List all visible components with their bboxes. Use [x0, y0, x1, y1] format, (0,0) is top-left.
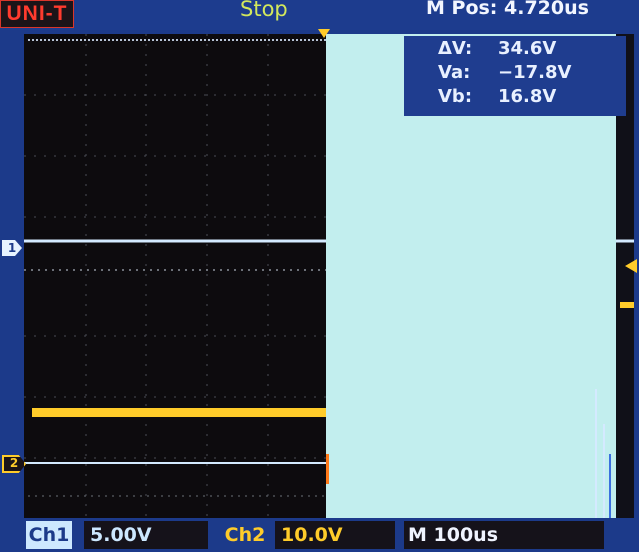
- cursor-readout-panel: ΔV: 34.6V Va: −17.8V Vb: 16.8V: [404, 36, 626, 116]
- ch2-label[interactable]: Ch2: [221, 521, 269, 549]
- run-status: Stop: [240, 0, 288, 21]
- ch2-scale: 10.0V: [275, 521, 395, 549]
- va-label: Va:: [438, 62, 471, 83]
- waveform-display: ΔV: 34.6V Va: −17.8V Vb: 16.8V: [24, 34, 634, 518]
- ch1-label[interactable]: Ch1: [26, 521, 72, 549]
- va-value: −17.8V: [498, 62, 572, 83]
- vb-row: Vb: 16.8V: [438, 86, 556, 108]
- delta-v-value: 34.6V: [498, 38, 557, 59]
- ch2-marker-icon: 2: [2, 455, 26, 473]
- memory-position-readout: M Pos: 4.720us: [426, 0, 589, 19]
- delta-v-label: ΔV:: [438, 38, 473, 59]
- delta-v-row: ΔV: 34.6V: [438, 38, 556, 60]
- vb-label: Vb:: [438, 86, 473, 107]
- vb-value: 16.8V: [498, 86, 557, 107]
- channel-status-bar: Ch1 5.00V Ch2 10.0V M 100us: [0, 518, 639, 552]
- top-status-bar: UNI-T Stop M Pos: 4.720us: [0, 0, 639, 30]
- timebase-label: M 100us: [408, 524, 499, 546]
- ch1-marker-icon: 1: [2, 240, 22, 256]
- ch2-trace: [32, 302, 634, 484]
- brand-logo: UNI-T: [0, 0, 74, 28]
- va-row: Va: −17.8V: [438, 62, 571, 84]
- ch1-scale: 5.00V: [84, 521, 208, 549]
